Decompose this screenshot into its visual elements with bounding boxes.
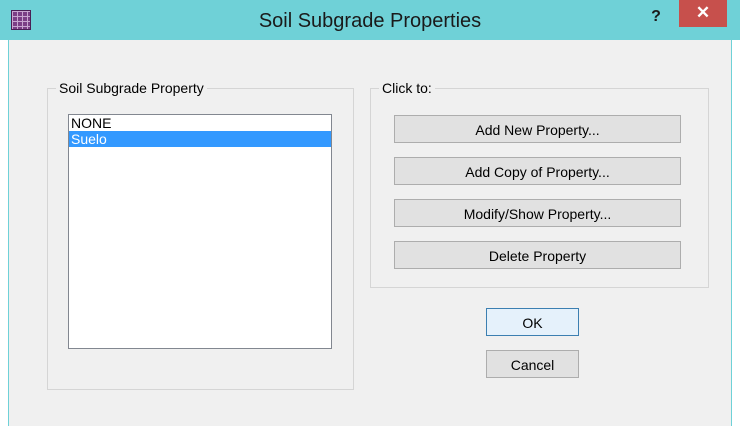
soil-subgrade-property-group: Soil Subgrade Property NONE Suelo (47, 80, 354, 390)
add-copy-of-property-button[interactable]: Add Copy of Property... (394, 157, 681, 185)
soil-subgrade-property-label: Soil Subgrade Property (56, 80, 207, 96)
modify-show-property-button[interactable]: Modify/Show Property... (394, 199, 681, 227)
list-item-none[interactable]: NONE (69, 115, 331, 131)
ok-button[interactable]: OK (486, 308, 579, 336)
add-new-property-button[interactable]: Add New Property... (394, 115, 681, 143)
title-bar[interactable]: Soil Subgrade Properties ? ✕ (0, 0, 740, 40)
window-title: Soil Subgrade Properties (258, 10, 482, 32)
cancel-button[interactable]: Cancel (486, 350, 579, 378)
close-button[interactable]: ✕ (679, 0, 727, 27)
property-listbox[interactable]: NONE Suelo (68, 114, 332, 349)
delete-property-button[interactable]: Delete Property (394, 241, 681, 269)
click-to-label: Click to: (379, 80, 435, 96)
help-button[interactable]: ? (645, 6, 667, 30)
dialog-body: Soil Subgrade Property NONE Suelo Click … (8, 40, 732, 426)
close-icon: ✕ (695, 3, 711, 22)
list-item-suelo[interactable]: Suelo (69, 131, 331, 147)
click-to-group: Click to: Add New Property... Add Copy o… (370, 80, 709, 288)
